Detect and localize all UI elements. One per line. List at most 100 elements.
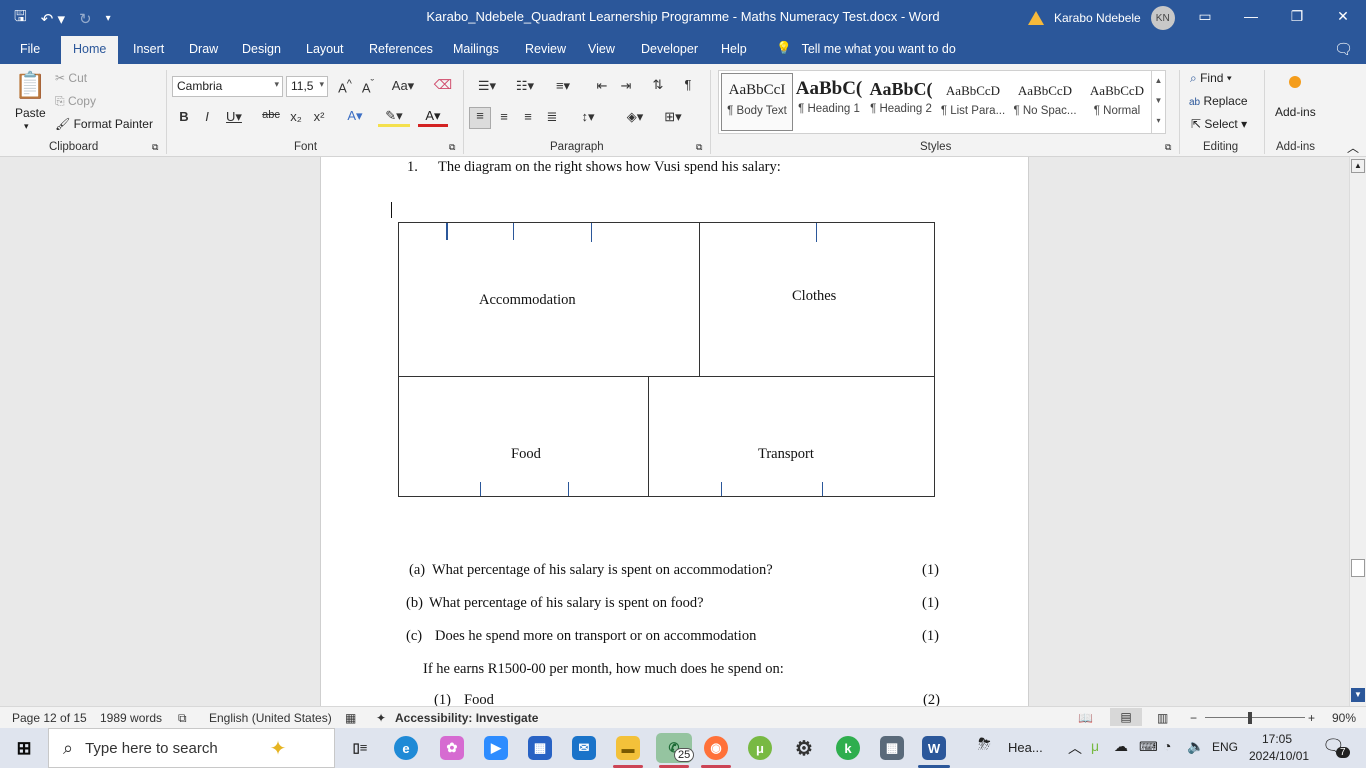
ime-icon[interactable]: ⌨ [1139,739,1158,755]
paste-button[interactable]: Paste [15,106,46,120]
align-left-icon[interactable]: ≡ [469,107,491,129]
replace-button[interactable]: ab Replace [1189,94,1248,108]
mail-icon[interactable]: ✉ [572,736,596,760]
bullets-icon[interactable]: ☰▾ [470,78,504,94]
style-body-text[interactable]: AaBbCcI ¶ Body Text [721,73,793,131]
word-count[interactable]: 1989 words [100,711,162,725]
zoom-level[interactable]: 90% [1332,711,1356,725]
numbering-icon[interactable]: ☷▾ [508,78,542,94]
document-page[interactable]: 1. The diagram on the right shows how Vu… [320,157,1029,706]
cut-button[interactable]: ✂ Cut [55,71,87,85]
tab-design[interactable]: Design [242,42,281,56]
zoom-thumb[interactable] [1248,712,1252,724]
file-explorer-icon[interactable]: ▬ [616,736,640,760]
warning-icon[interactable] [1028,11,1044,25]
copilot-app-icon[interactable]: ✿ [440,736,464,760]
utorrent-icon[interactable]: μ [748,736,772,760]
ribbon-display-icon[interactable]: ▭ [1182,0,1228,32]
weather-text[interactable]: Hea... [1008,740,1043,755]
zoom-app-icon[interactable]: ▶ [484,736,508,760]
collapse-ribbon-icon[interactable]: ︿ [1347,139,1359,156]
calculator-icon[interactable]: ▦ [880,736,904,760]
style-normal[interactable]: AaBbCcD ¶ Normal [1081,73,1153,131]
select-button[interactable]: ⇱ Select ▾ [1191,117,1247,131]
user-name[interactable]: Karabo Ndebele [1054,11,1141,25]
text-effects-icon[interactable]: A▾ [340,108,370,124]
customize-qat-icon[interactable]: ▾ [106,13,111,24]
accessibility-status[interactable]: Accessibility: Investigate [395,711,538,725]
clock-time[interactable]: 17:05 [1262,732,1292,746]
salary-diagram[interactable]: Accommodation Clothes Food Transport [398,222,935,497]
tab-file[interactable]: File [20,42,40,56]
restore-button[interactable]: ❐ [1274,0,1320,32]
tab-home[interactable]: Home [61,36,119,64]
tab-help[interactable]: Help [721,42,747,56]
read-mode-icon[interactable]: 📖 [1078,711,1093,725]
justify-icon[interactable]: ≣ [542,109,562,125]
task-view-icon[interactable]: ▯≡ [348,736,372,760]
scroll-up-icon[interactable]: ▲ [1351,159,1365,173]
scroll-thumb[interactable] [1351,559,1365,577]
proofing-icon[interactable]: ⧉ [178,711,187,726]
clipboard-launcher-icon[interactable]: ⧉ [152,142,158,153]
tab-mailings[interactable]: Mailings [453,42,499,56]
close-button[interactable]: ✕ [1320,0,1366,32]
tell-me-box[interactable]: 💡 Tell me what you want to do [776,41,956,56]
windows-start-icon[interactable]: ⊞ [12,736,36,760]
font-size-select[interactable]: 11,5 [286,76,328,97]
volume-icon[interactable]: 🔈 [1187,738,1204,755]
zoom-out-icon[interactable]: − [1190,711,1197,725]
font-family-select[interactable]: Cambria [172,76,283,97]
bold-icon[interactable]: B [174,109,194,124]
utorrent-tray-icon[interactable]: μ [1091,738,1099,754]
clear-formatting-icon[interactable]: ⌫ [433,77,453,93]
paste-dropdown-icon[interactable]: ▾ [24,121,29,132]
grow-font-icon[interactable]: A^ [335,78,355,95]
format-painter-button[interactable]: 🖌 Format Painter [55,117,153,131]
print-layout-icon[interactable]: ▤ [1110,708,1142,726]
clock-date[interactable]: 2024/10/01 [1249,749,1309,763]
underline-icon[interactable]: U▾ [221,109,247,125]
copy-button[interactable]: ⎘ Copy [55,94,96,109]
sort-icon[interactable]: ⇅ [648,77,668,93]
style-list-paragraph[interactable]: AaBbCcD ¶ List Para... [937,73,1009,131]
accessibility-icon[interactable]: ✦ [376,711,386,725]
tab-insert[interactable]: Insert [133,42,164,56]
align-center-icon[interactable]: ≡ [494,109,514,124]
scroll-down-icon[interactable]: ▼ [1351,688,1365,702]
italic-icon[interactable]: I [197,109,217,124]
shading-icon[interactable]: ◈▾ [619,109,651,125]
edge-icon[interactable]: e [394,736,418,760]
wifi-icon[interactable]: ◔ [1163,738,1171,754]
tab-draw[interactable]: Draw [189,42,218,56]
styles-scroll[interactable]: ▲ ▼ ▾ [1151,71,1165,133]
superscript-icon[interactable]: x² [309,109,329,124]
align-right-icon[interactable]: ≡ [518,109,538,124]
styles-launcher-icon[interactable]: ⧉ [1165,142,1171,153]
tab-layout[interactable]: Layout [306,42,344,56]
text-predictions-icon[interactable]: ▦ [345,711,356,725]
change-case-icon[interactable]: Aa▾ [388,78,418,94]
avatar[interactable]: KN [1150,6,1175,30]
subscript-icon[interactable]: x₂ [286,109,306,124]
weather-icon[interactable]: ⛈ [978,736,991,754]
paste-icon[interactable]: 📋 [14,70,46,101]
show-hidden-icons[interactable]: ︿ [1068,738,1082,758]
line-spacing-icon[interactable]: ↕▾ [572,109,604,125]
minimize-button[interactable]: — [1228,0,1274,32]
web-layout-icon[interactable]: ▥ [1157,711,1168,725]
tab-references[interactable]: References [369,42,433,56]
find-button[interactable]: ⌕ Find ▾ [1190,71,1232,86]
settings-icon[interactable]: ⚙ [792,736,816,760]
addins-icon[interactable] [1289,76,1301,88]
vertical-scrollbar[interactable]: ▲ ▼ [1349,157,1366,706]
kaspersky-icon[interactable]: k [836,736,860,760]
document-area[interactable]: 1. The diagram on the right shows how Vu… [0,157,1349,706]
style-heading-2[interactable]: AaBbC( ¶ Heading 2 [865,73,937,131]
undo-icon[interactable]: ↶ ▾ [41,10,65,28]
increase-indent-icon[interactable]: ⇥ [616,78,636,94]
style-heading-1[interactable]: AaBbC( ¶ Heading 1 [793,73,865,131]
tab-developer[interactable]: Developer [641,42,698,56]
addins-button[interactable]: Add-ins [1275,105,1316,119]
style-no-spacing[interactable]: AaBbCcD ¶ No Spac... [1009,73,1081,131]
